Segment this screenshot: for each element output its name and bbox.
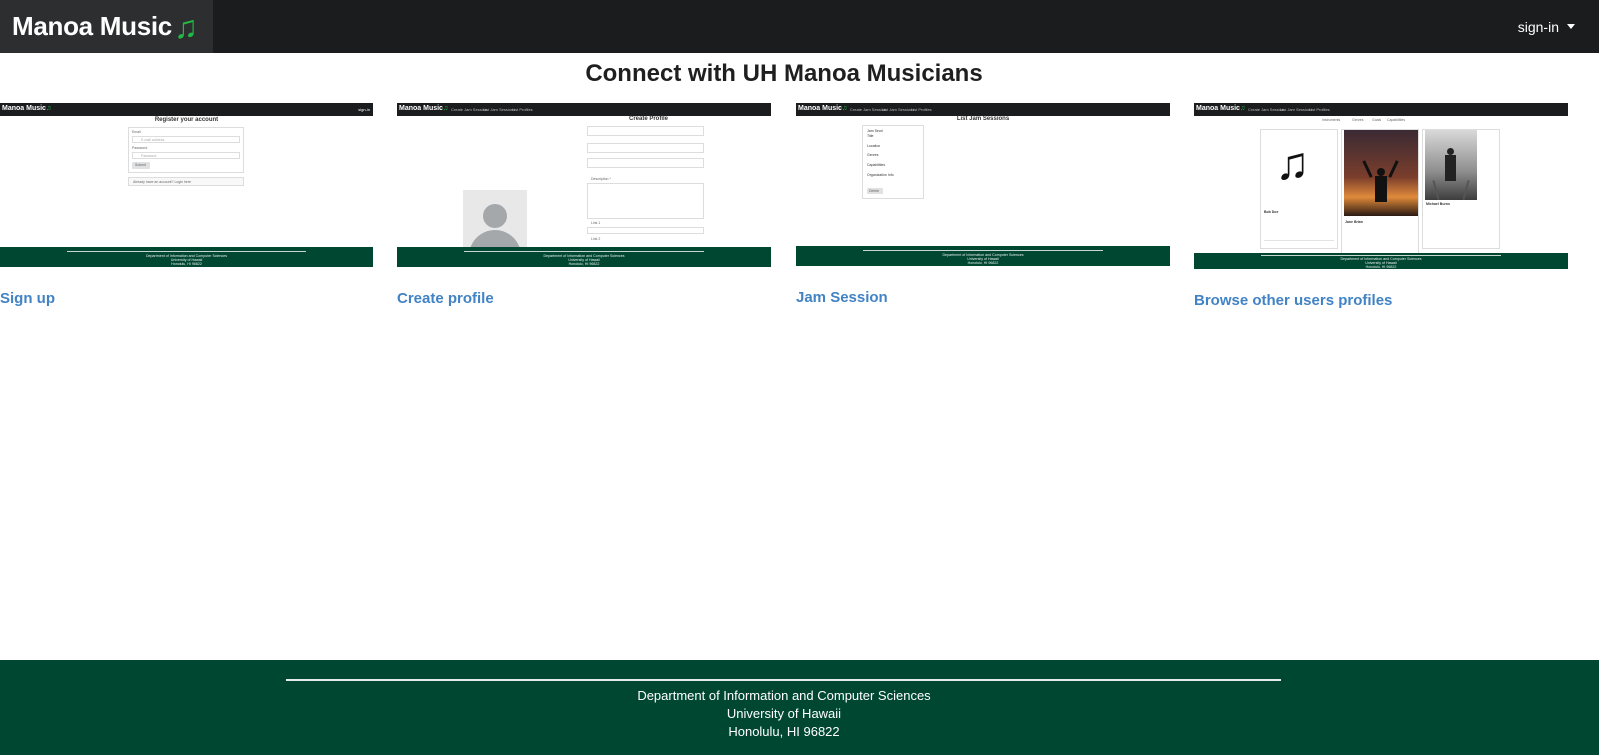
thumb-email-label: Email	[132, 130, 141, 134]
thumb-navbar: Manoa Music♫ Create Jam Session List Jam…	[796, 103, 1170, 116]
create-profile-link[interactable]: Create profile	[397, 290, 494, 307]
thumb-footer: Department of Information and Computer S…	[796, 246, 1170, 266]
brand-title: Manoa Music	[12, 11, 172, 41]
page-title: Connect with UH Manoa Musicians	[585, 60, 983, 87]
thumb-note-icon: ♫	[45, 105, 52, 112]
thumb-email-placeholder: E-mail address	[141, 138, 165, 142]
footer-divider	[286, 679, 1281, 681]
railroad-guitarist-photo	[1425, 130, 1477, 200]
browse-profiles-screenshot-image: Manoa Music♫ Create Jam Session List Jam…	[1194, 103, 1568, 269]
brand-home-link[interactable]: Manoa Music ♫	[0, 0, 213, 53]
thumb-profile-card: ♫ Bob Doe	[1260, 129, 1338, 249]
signup-screenshot-image: Manoa Music♫ sign-in Register your accou…	[0, 103, 373, 267]
thumb-profile-card: Jane Brian	[1341, 129, 1419, 255]
top-navbar: Manoa Music ♫ sign-in	[0, 0, 1599, 53]
page-footer: Department of Information and Computer S…	[0, 660, 1599, 755]
thumb-title: Create Profile	[629, 116, 669, 122]
browse-profiles-link[interactable]: Browse other users profiles	[1194, 292, 1392, 309]
thumb-submit: Submit	[135, 163, 146, 167]
music-note-icon: ♫	[173, 8, 198, 45]
music-notes-icon: ♫	[1275, 137, 1310, 189]
thumb-password-placeholder: Password	[141, 154, 157, 158]
signin-dropdown[interactable]: sign-in	[1518, 0, 1575, 53]
thumb-navbar: Manoa Music♫ Create Jam Session List Jam…	[1194, 103, 1568, 116]
thumb-session-card: Jam Seuri Title Location Genres Capabili…	[862, 125, 924, 199]
thumb-form: Email E-mail address Password Password S…	[128, 127, 244, 173]
thumb-navbar: Manoa Music♫ Create Jam Session List Jam…	[397, 103, 771, 116]
footer-university: University of Hawaii	[726, 706, 842, 721]
create-profile-screenshot-image: Manoa Music♫ Create Jam Session List Jam…	[397, 103, 771, 267]
thumb-note-icon: ♫	[442, 105, 449, 112]
thumb-profile-card: Michael Burns	[1422, 129, 1500, 249]
caret-down-icon	[1567, 24, 1575, 29]
footer-address: Honolulu, HI 96822	[728, 724, 840, 739]
thumb-footer: Department of Information and Computer S…	[1194, 253, 1568, 269]
signin-label: sign-in	[1517, 18, 1559, 35]
thumb-title: List Jam Sessions	[956, 116, 1010, 122]
thumb-navbar: Manoa Music♫ sign-in	[0, 103, 373, 116]
thumb-footer: Department of Information and Computer S…	[0, 247, 373, 267]
thumb-brand: Manoa Music	[2, 105, 46, 112]
signup-link[interactable]: Sign up	[0, 290, 55, 307]
jam-session-link[interactable]: Jam Session	[796, 289, 888, 306]
thumb-login-message: Already have an account? Login here	[133, 180, 191, 184]
thumb-footer: Department of Information and Computer S…	[397, 247, 771, 267]
thumb-note-icon: ♫	[841, 105, 848, 112]
thumb-password-label: Password	[132, 146, 148, 150]
sunset-guitarist-photo	[1344, 130, 1418, 216]
thumb-signin: sign-in	[358, 107, 370, 112]
jam-session-screenshot-image: Manoa Music♫ Create Jam Session List Jam…	[796, 103, 1170, 266]
thumb-note-icon: ♫	[1239, 105, 1246, 112]
thumb-title: Register your account	[154, 117, 219, 123]
avatar-placeholder-image	[463, 190, 527, 250]
footer-department: Department of Information and Computer S…	[637, 688, 931, 703]
